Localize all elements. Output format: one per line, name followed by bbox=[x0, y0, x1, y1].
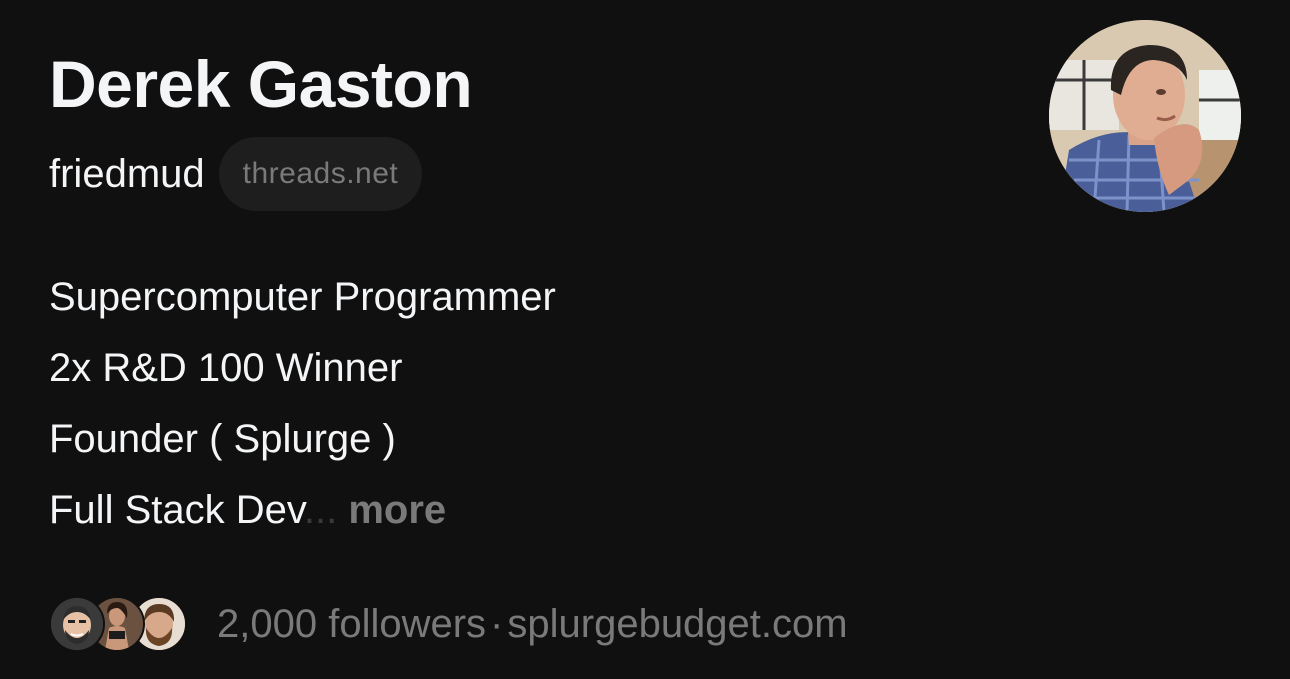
domain-badge[interactable]: threads.net bbox=[218, 137, 423, 211]
profile-header: Derek Gaston bbox=[49, 40, 1009, 128]
handle-row: friedmud threads.net bbox=[49, 136, 423, 212]
bio-line: Founder ( Splurge ) bbox=[49, 417, 396, 461]
meta-separator: · bbox=[490, 602, 504, 646]
bio-line: 2x R&D 100 Winner bbox=[49, 346, 403, 390]
follower-avatar bbox=[49, 596, 105, 652]
website-link[interactable]: splurgebudget.com bbox=[507, 602, 847, 646]
memoji-avatar-icon bbox=[51, 598, 103, 650]
profile-avatar[interactable] bbox=[1049, 20, 1241, 212]
profile-meta-row: 2,000 followers · splurgebudget.com bbox=[49, 596, 848, 652]
profile-photo-icon bbox=[1049, 20, 1241, 212]
more-button[interactable]: more bbox=[348, 488, 446, 532]
display-name: Derek Gaston bbox=[49, 47, 473, 121]
bio: Supercomputer Programmer 2x R&D 100 Winn… bbox=[49, 262, 949, 546]
follower-avatars[interactable] bbox=[49, 596, 187, 652]
username-handle: friedmud bbox=[49, 152, 205, 196]
bio-line-text: Full Stack Dev bbox=[49, 488, 304, 532]
truncation-ellipsis: ... bbox=[303, 488, 338, 532]
bio-line: Supercomputer Programmer bbox=[49, 275, 556, 319]
bio-line-truncated: Full Stack Dev... more bbox=[49, 475, 949, 546]
followers-count-link[interactable]: 2,000 followers bbox=[217, 602, 486, 646]
profile-meta: 2,000 followers · splurgebudget.com bbox=[217, 596, 848, 652]
